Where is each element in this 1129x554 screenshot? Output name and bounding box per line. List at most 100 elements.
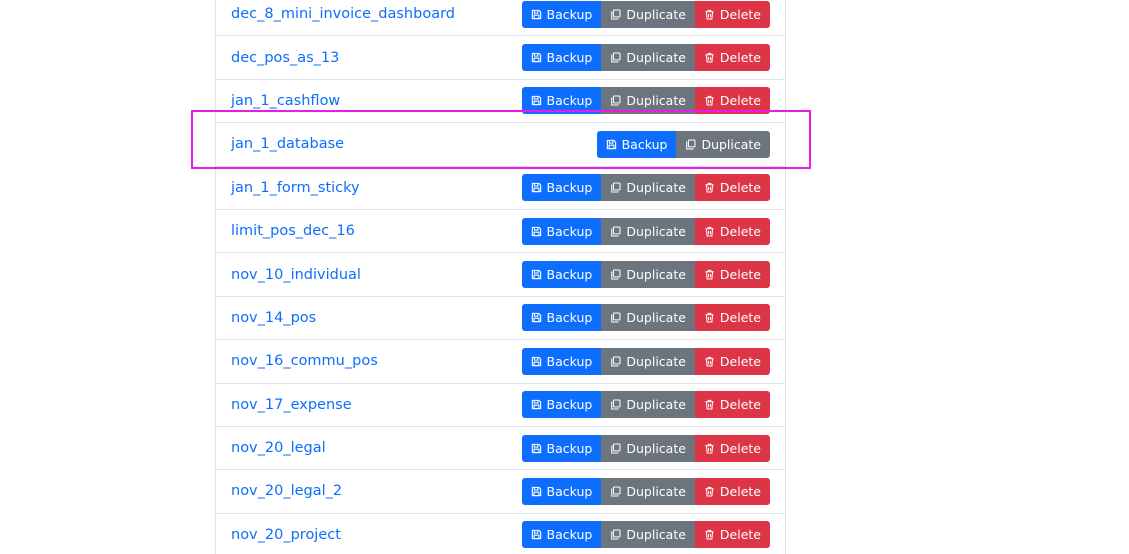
delete-button[interactable]: Delete [694, 477, 770, 505]
backup-button[interactable]: Backup [596, 130, 677, 158]
floppy-disk-icon [531, 226, 542, 237]
backup-button-label: Backup [546, 397, 593, 413]
database-name-link[interactable]: nov_20_legal_2 [231, 483, 342, 499]
copy-icon [610, 486, 621, 497]
backup-button[interactable]: Backup [521, 217, 602, 245]
duplicate-button[interactable]: Duplicate [601, 44, 695, 72]
delete-button[interactable]: Delete [694, 0, 770, 28]
backup-button[interactable]: Backup [521, 434, 602, 462]
database-name-link[interactable]: nov_20_legal [231, 440, 326, 456]
floppy-disk-icon [531, 52, 542, 63]
delete-button-label: Delete [719, 223, 761, 239]
delete-button-label: Delete [719, 353, 761, 369]
database-row: nov_17_expense Backup Duplicate Delete [216, 384, 785, 427]
duplicate-button[interactable]: Duplicate [601, 217, 695, 245]
delete-button-label: Delete [719, 93, 761, 109]
backup-button-label: Backup [546, 50, 593, 66]
delete-button-label: Delete [719, 310, 761, 326]
database-name-link[interactable]: nov_14_pos [231, 310, 316, 326]
backup-button[interactable]: Backup [521, 44, 602, 72]
database-name-link[interactable]: nov_20_project [231, 527, 341, 543]
database-name-link[interactable]: dec_pos_as_13 [231, 50, 339, 66]
floppy-disk-icon [531, 9, 542, 20]
duplicate-button-label: Duplicate [701, 136, 761, 152]
database-manager-page: dec_8_mini_invoice_dashboard Backup Dupl… [0, 0, 1129, 554]
delete-button[interactable]: Delete [694, 44, 770, 72]
duplicate-button-label: Duplicate [626, 267, 686, 283]
backup-button[interactable]: Backup [521, 391, 602, 419]
delete-button[interactable]: Delete [694, 217, 770, 245]
trash-icon [704, 443, 715, 454]
duplicate-button-label: Duplicate [626, 310, 686, 326]
backup-button-label: Backup [546, 223, 593, 239]
database-row: jan_1_cashflow Backup Duplicate Delete [216, 80, 785, 124]
database-name-link[interactable]: nov_17_expense [231, 397, 352, 413]
duplicate-button[interactable]: Duplicate [601, 434, 695, 462]
backup-button[interactable]: Backup [521, 347, 602, 375]
delete-button[interactable]: Delete [694, 261, 770, 289]
delete-button[interactable]: Delete [694, 347, 770, 375]
database-row: nov_10_individual Backup Duplicate Delet… [216, 253, 785, 297]
duplicate-button[interactable]: Duplicate [601, 391, 695, 419]
duplicate-button-label: Duplicate [626, 6, 686, 22]
duplicate-button-label: Duplicate [626, 527, 686, 543]
database-actions: Backup Duplicate [521, 521, 770, 549]
database-name-link[interactable]: nov_16_commu_pos [231, 353, 378, 369]
database-row: nov_16_commu_pos Backup Duplicate Delete [216, 340, 785, 384]
backup-button[interactable]: Backup [521, 304, 602, 332]
database-name-link[interactable]: jan_1_cashflow [231, 93, 340, 109]
database-row: nov_20_legal Backup Duplicate Delete [216, 427, 785, 471]
delete-button[interactable]: Delete [694, 521, 770, 549]
floppy-disk-icon [531, 95, 542, 106]
trash-icon [704, 182, 715, 193]
delete-button-label: Delete [719, 440, 761, 456]
delete-button[interactable]: Delete [694, 434, 770, 462]
copy-icon [610, 312, 621, 323]
database-name-link[interactable]: jan_1_database [231, 136, 344, 152]
database-row: dec_8_mini_invoice_dashboard Backup Dupl… [216, 0, 785, 37]
database-name-link[interactable]: dec_8_mini_invoice_dashboard [231, 6, 455, 22]
duplicate-button[interactable]: Duplicate [601, 0, 695, 28]
database-actions: Backup Duplicate [521, 477, 770, 505]
database-actions: Backup Duplicate [596, 130, 770, 158]
trash-icon [704, 529, 715, 540]
database-name-link[interactable]: nov_10_individual [231, 267, 361, 283]
trash-icon [704, 312, 715, 323]
copy-icon [610, 269, 621, 280]
backup-button[interactable]: Backup [521, 0, 602, 28]
duplicate-button[interactable]: Duplicate [676, 130, 770, 158]
delete-button[interactable]: Delete [694, 304, 770, 332]
duplicate-button[interactable]: Duplicate [601, 477, 695, 505]
duplicate-button[interactable]: Duplicate [601, 304, 695, 332]
database-row: nov_20_legal_2 Backup Duplicate Delete [216, 470, 785, 514]
trash-icon [704, 95, 715, 106]
duplicate-button[interactable]: Duplicate [601, 347, 695, 375]
copy-icon [685, 139, 696, 150]
copy-icon [610, 226, 621, 237]
duplicate-button[interactable]: Duplicate [601, 87, 695, 115]
delete-button[interactable]: Delete [694, 174, 770, 202]
delete-button[interactable]: Delete [694, 87, 770, 115]
floppy-disk-icon [531, 356, 542, 367]
backup-button-label: Backup [546, 527, 593, 543]
duplicate-button[interactable]: Duplicate [601, 174, 695, 202]
backup-button[interactable]: Backup [521, 477, 602, 505]
floppy-disk-icon [606, 139, 617, 150]
database-actions: Backup Duplicate [521, 261, 770, 289]
backup-button[interactable]: Backup [521, 87, 602, 115]
database-actions: Backup Duplicate [521, 44, 770, 72]
database-name-link[interactable]: jan_1_form_sticky [231, 180, 360, 196]
duplicate-button[interactable]: Duplicate [601, 521, 695, 549]
backup-button[interactable]: Backup [521, 174, 602, 202]
duplicate-button[interactable]: Duplicate [601, 261, 695, 289]
database-actions: Backup Duplicate [521, 434, 770, 462]
trash-icon [704, 486, 715, 497]
backup-button[interactable]: Backup [521, 521, 602, 549]
floppy-disk-icon [531, 269, 542, 280]
database-actions: Backup Duplicate [521, 0, 770, 28]
backup-button[interactable]: Backup [521, 261, 602, 289]
database-name-link[interactable]: limit_pos_dec_16 [231, 223, 355, 239]
delete-button-label: Delete [719, 397, 761, 413]
delete-button[interactable]: Delete [694, 391, 770, 419]
backup-button-label: Backup [546, 353, 593, 369]
